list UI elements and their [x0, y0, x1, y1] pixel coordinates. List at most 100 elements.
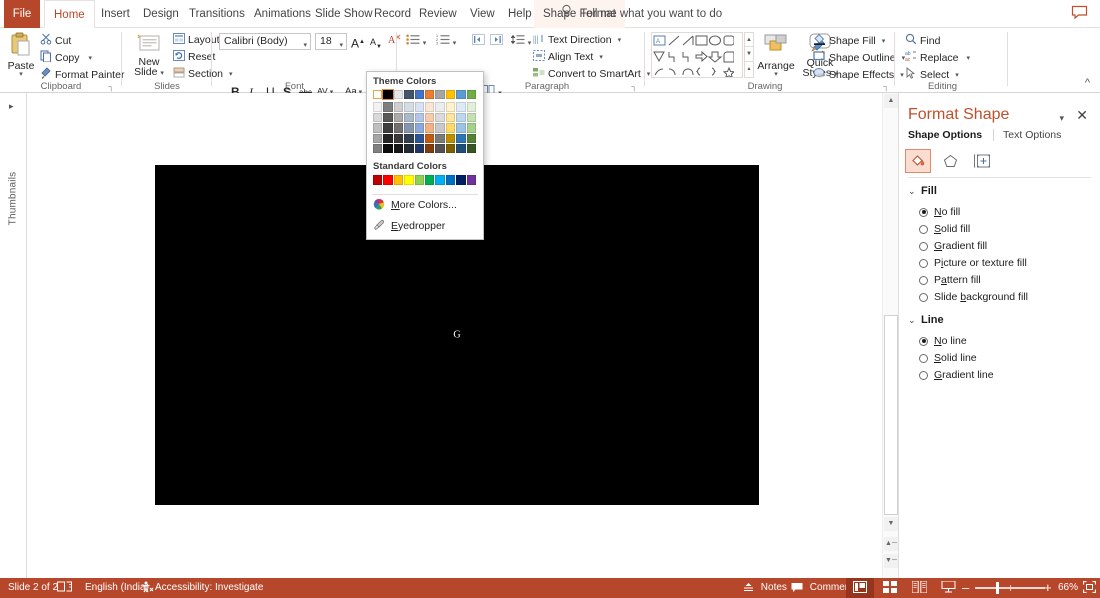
- theme-color-swatch[interactable]: [383, 112, 393, 123]
- theme-color-swatch[interactable]: [424, 143, 435, 154]
- scroll-up-button[interactable]: ▲: [884, 94, 898, 108]
- decrease-indent-button[interactable]: [469, 33, 487, 51]
- theme-color-swatch[interactable]: [414, 133, 424, 143]
- theme-color-swatch[interactable]: [404, 90, 414, 100]
- theme-color-swatch[interactable]: [393, 123, 404, 133]
- slide-show-button[interactable]: [934, 578, 958, 598]
- tab-file[interactable]: File: [4, 0, 40, 28]
- fill-section-header[interactable]: ⌄ Fill: [908, 185, 937, 197]
- standard-colors-grid[interactable]: [367, 175, 483, 189]
- fill-option-pattern-fill[interactable]: Pattern fill: [919, 274, 981, 286]
- tab-insert[interactable]: Insert: [92, 0, 139, 28]
- cut-button[interactable]: Cut: [40, 33, 71, 48]
- standard-color-swatch[interactable]: [466, 175, 476, 185]
- theme-color-swatch[interactable]: [424, 90, 435, 100]
- theme-color-swatch[interactable]: [373, 133, 383, 143]
- bullets-button[interactable]: ▾: [405, 33, 427, 51]
- text-direction-button[interactable]: ||| Text Direction ▾: [533, 33, 621, 47]
- theme-color-swatch[interactable]: [383, 143, 393, 154]
- increase-font-size-button[interactable]: A▲: [349, 33, 367, 51]
- tab-text-options[interactable]: Text Options: [993, 129, 1069, 141]
- theme-color-swatch[interactable]: [445, 90, 456, 100]
- theme-color-swatch[interactable]: [435, 102, 445, 112]
- new-slide-dropdown-arrow[interactable]: ▾: [160, 70, 164, 77]
- shapes-gallery[interactable]: A: [651, 32, 743, 79]
- theme-color-swatch[interactable]: [404, 133, 414, 143]
- theme-color-swatch[interactable]: [382, 88, 394, 101]
- theme-colors-grid[interactable]: [367, 88, 483, 154]
- numbering-dropdown-arrow[interactable]: ▾: [453, 40, 457, 47]
- vertical-scrollbar[interactable]: ▲ ▼ ▲─ ▼─: [882, 93, 898, 578]
- theme-color-swatch[interactable]: [456, 123, 466, 133]
- fill-bucket-icon[interactable]: [905, 149, 931, 173]
- slide-sorter-button[interactable]: [876, 578, 900, 598]
- select-dropdown-arrow[interactable]: ▾: [955, 71, 959, 79]
- tab-review[interactable]: Review: [410, 0, 466, 28]
- scroll-thumb[interactable]: [884, 315, 898, 515]
- numbering-button[interactable]: 123 ▾: [435, 33, 457, 51]
- theme-color-swatch[interactable]: [435, 133, 445, 143]
- theme-color-swatch[interactable]: [373, 112, 383, 123]
- standard-color-swatch[interactable]: [424, 175, 435, 185]
- arrange-button[interactable]: Arrange ▾: [755, 33, 797, 78]
- standard-color-swatch[interactable]: [445, 175, 456, 185]
- arrange-dropdown-arrow[interactable]: ▾: [755, 71, 797, 78]
- theme-color-swatch[interactable]: [393, 133, 404, 143]
- accessibility-icon[interactable]: [141, 578, 154, 598]
- fill-option-solid-fill[interactable]: Solid fill: [919, 223, 970, 235]
- standard-color-swatch[interactable]: [383, 175, 393, 185]
- text-direction-dropdown-arrow[interactable]: ▾: [618, 36, 622, 44]
- theme-color-swatch[interactable]: [435, 112, 445, 123]
- theme-color-swatch[interactable]: [424, 133, 435, 143]
- close-icon[interactable]: ✕: [1076, 107, 1088, 124]
- size-properties-icon[interactable]: [969, 149, 995, 173]
- increase-indent-button[interactable]: [487, 33, 505, 51]
- replace-dropdown-arrow[interactable]: ▾: [967, 54, 971, 62]
- theme-color-swatch[interactable]: [393, 90, 404, 100]
- slide-notes-indicator-icon[interactable]: [57, 578, 73, 598]
- chevron-right-icon[interactable]: ▸: [9, 101, 14, 112]
- font-name-combo[interactable]: Calibri (Body) ▾: [219, 33, 311, 50]
- shapes-scroll-down-button[interactable]: ▼: [744, 47, 754, 62]
- thumbnails-rail[interactable]: ▸ Thumbnails: [0, 93, 27, 578]
- fill-option-slide-background-fill[interactable]: Slide background fill: [919, 291, 1028, 303]
- standard-color-swatch[interactable]: [414, 175, 424, 185]
- slide-text-g[interactable]: G: [453, 330, 460, 341]
- theme-color-swatch[interactable]: [373, 102, 383, 112]
- pentagon-effects-icon[interactable]: [937, 149, 963, 173]
- font-size-combo[interactable]: 18 ▾: [315, 33, 347, 50]
- zoom-in-button[interactable]: +: [1044, 578, 1052, 598]
- reset-button[interactable]: Reset: [173, 50, 215, 64]
- format-painter-button[interactable]: Format Painter: [40, 67, 124, 82]
- theme-color-swatch[interactable]: [456, 102, 466, 112]
- tab-view[interactable]: View: [461, 0, 504, 28]
- collapse-ribbon-icon[interactable]: ^: [1085, 77, 1090, 89]
- comment-icon[interactable]: [1071, 5, 1088, 20]
- line-option-no-line[interactable]: No line: [919, 335, 967, 347]
- theme-color-swatch[interactable]: [424, 123, 435, 133]
- tab-home[interactable]: Home: [44, 0, 95, 28]
- replace-button[interactable]: ab ac Replace ▾: [905, 50, 970, 65]
- theme-color-swatch[interactable]: [383, 123, 393, 133]
- theme-color-swatch[interactable]: [414, 90, 424, 100]
- paste-button[interactable]: Paste ▾: [6, 32, 36, 78]
- line-section-header[interactable]: ⌄ Line: [908, 314, 944, 326]
- paste-dropdown-arrow[interactable]: ▾: [6, 71, 36, 78]
- tell-me-search[interactable]: Tell me what you want to do: [560, 0, 722, 28]
- find-button[interactable]: Find: [905, 33, 940, 48]
- scroll-down-button[interactable]: ▼: [884, 517, 898, 531]
- theme-color-swatch[interactable]: [414, 102, 424, 112]
- line-option-solid-line[interactable]: Solid line: [919, 352, 977, 364]
- new-slide-button[interactable]: New Slide ▾: [130, 33, 168, 79]
- theme-color-swatch[interactable]: [466, 102, 476, 112]
- line-spacing-button[interactable]: ▾: [510, 33, 532, 51]
- normal-view-button[interactable]: [846, 578, 874, 598]
- theme-color-swatch[interactable]: [445, 143, 456, 154]
- theme-color-swatch[interactable]: [445, 102, 456, 112]
- theme-color-swatch[interactable]: [404, 123, 414, 133]
- next-slide-button[interactable]: ▼─: [884, 554, 898, 568]
- fill-option-picture-or-texture-fill[interactable]: Picture or texture fill: [919, 257, 1027, 269]
- fill-option-gradient-fill[interactable]: Gradient fill: [919, 240, 987, 252]
- chevron-down-icon[interactable]: ⌄: [908, 315, 921, 326]
- theme-color-swatch[interactable]: [373, 123, 383, 133]
